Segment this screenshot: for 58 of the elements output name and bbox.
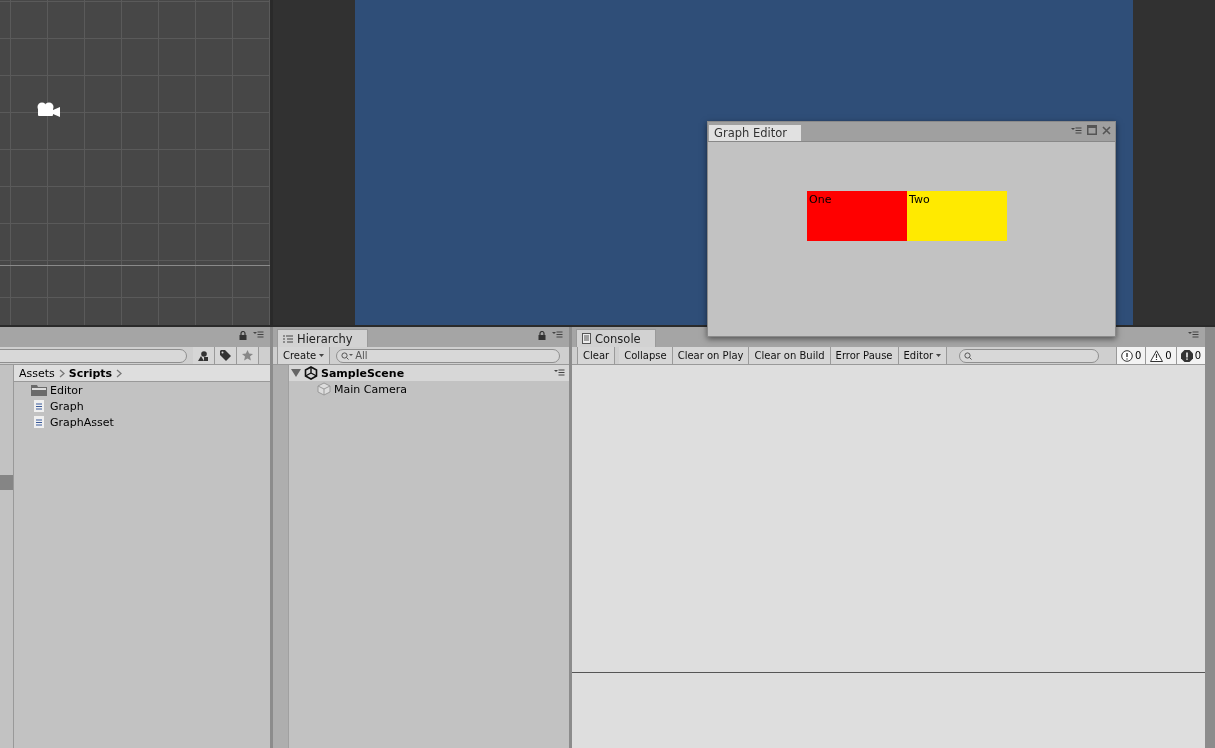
tab-label: Console — [595, 331, 641, 346]
search-field[interactable] — [959, 348, 1100, 363]
graph-node[interactable]: One — [807, 191, 907, 241]
warning-icon — [1150, 349, 1164, 362]
scrollbar-thumb[interactable] — [0, 475, 13, 490]
chevron-icon — [58, 368, 65, 378]
filter-by-type-button[interactable] — [193, 347, 215, 364]
file-name[interactable]: GraphAsset — [50, 415, 114, 429]
shapes-icon — [198, 350, 209, 361]
log-count-toggle[interactable]: 0 — [1175, 347, 1205, 364]
toggle-button[interactable]: Clear on Play — [672, 347, 750, 364]
cube-icon — [317, 382, 331, 396]
chevron-icon — [116, 368, 123, 378]
script-file-icon — [31, 416, 47, 428]
camera-icon — [35, 101, 61, 119]
menu-icon[interactable] — [253, 331, 264, 340]
file-name[interactable]: Editor — [50, 383, 83, 397]
star-icon — [242, 350, 253, 361]
document-icon — [582, 333, 591, 344]
caret-icon — [936, 354, 942, 357]
filter-by-label-button[interactable] — [215, 347, 237, 364]
list-icon — [283, 334, 293, 343]
tab-label: Hierarchy — [297, 331, 353, 346]
game-object-name[interactable]: Main Camera — [334, 382, 407, 396]
breadcrumb-item[interactable]: Scripts — [68, 366, 113, 380]
caret-icon — [319, 354, 325, 357]
search-field[interactable] — [0, 348, 187, 363]
menu-icon[interactable] — [554, 369, 565, 376]
clear-button[interactable]: Clear — [577, 347, 616, 364]
lock-icon[interactable] — [538, 331, 546, 340]
toggle-button[interactable]: Clear on Build — [749, 347, 831, 364]
maximize-icon[interactable] — [1087, 125, 1097, 135]
search-field[interactable]: All — [336, 348, 561, 363]
info-icon — [1120, 349, 1133, 362]
file-name[interactable]: Graph — [50, 399, 84, 413]
lock-icon[interactable] — [239, 331, 247, 340]
console-tab[interactable]: Console — [576, 329, 656, 347]
menu-icon[interactable] — [1188, 331, 1199, 338]
hierarchy-tab[interactable]: Hierarchy — [277, 329, 368, 347]
log-count-toggle[interactable]: 0 — [1145, 347, 1176, 364]
window-tab[interactable]: Graph Editor — [709, 125, 801, 141]
expanded-arrow-icon[interactable] — [291, 369, 301, 377]
log-count-toggle[interactable]: 0 — [1115, 347, 1146, 364]
graph-node[interactable]: Two — [907, 191, 1007, 241]
toggle-button[interactable]: Collapse — [619, 347, 673, 364]
folder-icon — [31, 384, 47, 396]
tag-icon — [220, 350, 231, 361]
toggle-button[interactable]: Error Pause — [830, 347, 899, 364]
close-icon[interactable] — [1102, 125, 1111, 135]
menu-icon[interactable] — [552, 331, 563, 340]
script-file-icon — [31, 400, 47, 412]
search-icon — [341, 351, 354, 360]
error-icon — [1180, 349, 1193, 362]
search-icon — [964, 351, 973, 360]
create-dropdown[interactable]: Create — [277, 347, 331, 364]
editor-dropdown[interactable]: Editor — [898, 347, 948, 364]
breadcrumb-item[interactable]: Assets — [19, 366, 55, 380]
menu-icon[interactable] — [1071, 126, 1082, 134]
